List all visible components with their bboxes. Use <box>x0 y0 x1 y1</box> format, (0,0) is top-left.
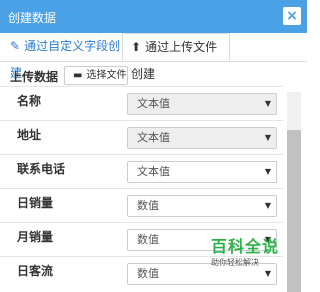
caret-down-icon: ▼ <box>264 167 271 176</box>
dialog-titlebar: 创建数据 × <box>0 0 307 33</box>
field-label: 日销量 <box>17 196 54 210</box>
field-type-value: 文本值 <box>137 97 170 110</box>
field-label: 月销量 <box>17 230 54 244</box>
field-label: 日客流 <box>17 264 54 278</box>
folder-icon: ▬ <box>73 70 83 81</box>
field-row-name: 名称 文本值 ▼ <box>0 86 283 120</box>
field-label: 联系电话 <box>17 162 66 176</box>
field-label: 名称 <box>17 94 42 108</box>
upload-icon: ⬆ <box>131 40 142 54</box>
close-icon[interactable]: × <box>283 7 301 25</box>
pencil-icon: ✎ <box>10 39 21 53</box>
field-row-address: 地址 文本值 ▼ <box>0 120 283 154</box>
tab-custom-fields[interactable]: ✎ 通过自定义字段创建 <box>0 33 122 80</box>
field-type-select[interactable]: 数值 ▼ <box>127 195 277 217</box>
field-type-value: 数值 <box>137 267 159 280</box>
tab-upload-file[interactable]: ⬆ 通过上传文件创建 <box>122 33 230 81</box>
field-type-select[interactable]: 文本值 ▼ <box>127 161 277 183</box>
choose-file-label: 选择文件 <box>86 70 127 81</box>
scrollbar-thumb[interactable] <box>287 130 301 292</box>
field-type-value: 文本值 <box>137 131 170 144</box>
upload-data-label: 上传数据 <box>10 70 59 84</box>
field-type-value: 数值 <box>137 199 159 212</box>
field-type-select[interactable]: 文本值 ▼ <box>127 93 277 115</box>
caret-down-icon: ▼ <box>264 99 271 108</box>
field-row-phone: 联系电话 文本值 ▼ <box>0 154 283 188</box>
tab-bar: ✎ 通过自定义字段创建 ⬆ 通过上传文件创建 <box>0 33 307 81</box>
caret-down-icon: ▼ <box>264 201 271 210</box>
field-type-value: 数值 <box>137 233 159 246</box>
watermark-logo: 百科全说 <box>211 237 280 256</box>
field-type-value: 文本值 <box>137 165 170 178</box>
tab-upload-file-label: 通过上传文件创建 <box>131 40 218 81</box>
watermark: 百科全说 助你轻松解决 <box>211 233 279 268</box>
field-row-daily-sales: 日销量 数值 ▼ <box>0 188 283 222</box>
field-label: 地址 <box>17 128 42 142</box>
watermark-subtitle: 助你轻松解决 <box>211 258 259 267</box>
choose-file-button[interactable]: ▬ 选择文件 <box>64 66 128 85</box>
field-type-select[interactable]: 文本值 ▼ <box>127 127 277 149</box>
dialog-title: 创建数据 <box>8 11 57 25</box>
caret-down-icon: ▼ <box>264 133 271 142</box>
